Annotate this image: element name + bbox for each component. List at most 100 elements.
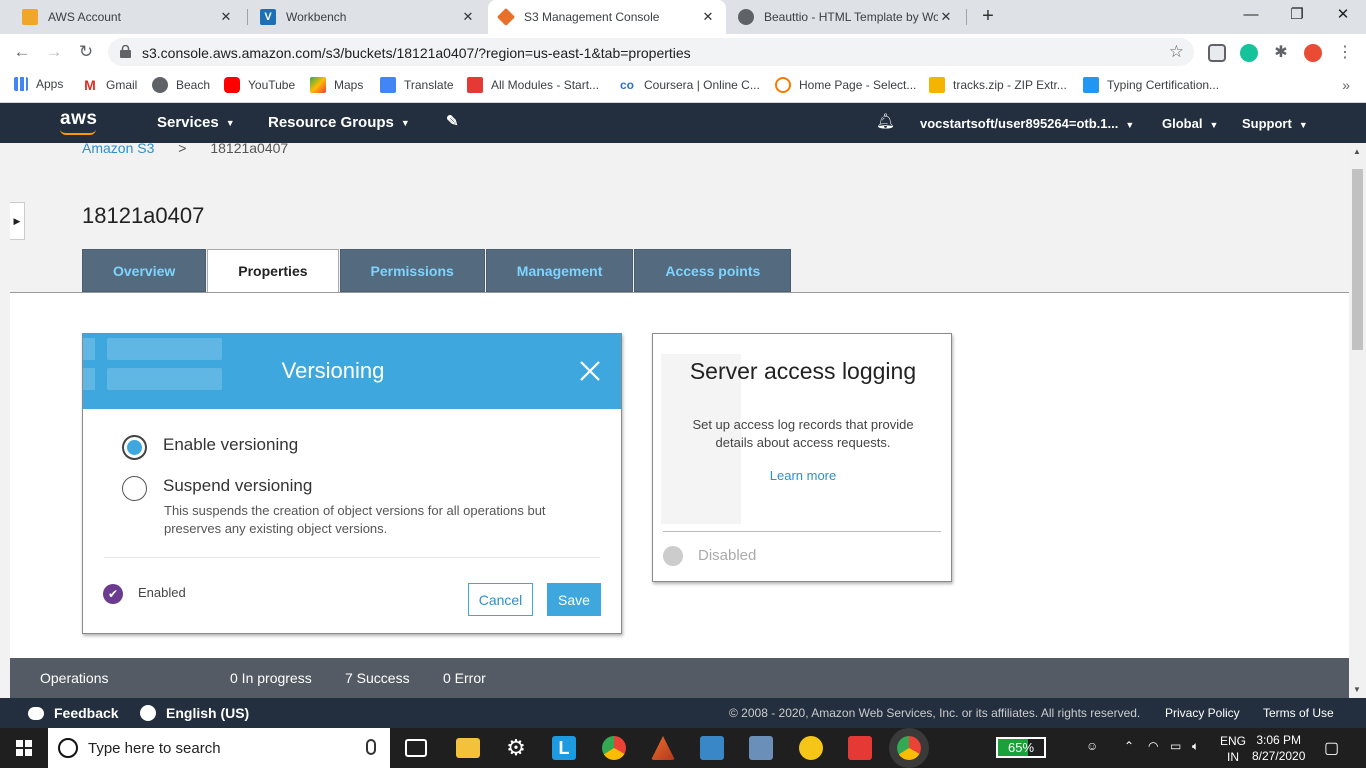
chrome-icon[interactable]	[602, 736, 626, 760]
volume-muted-icon[interactable]: 🔈︎	[1192, 739, 1199, 754]
bookmark-maps[interactable]: Maps	[310, 77, 363, 93]
tab-overview[interactable]: Overview	[82, 249, 207, 292]
versioning-header: Versioning	[83, 334, 621, 409]
bookmark-label: Coursera | Online C...	[644, 78, 760, 92]
battery-indicator[interactable]: 65%	[996, 737, 1046, 758]
network-app-icon[interactable]	[700, 736, 724, 760]
cancel-button[interactable]: Cancel	[468, 583, 533, 616]
browser-tab-workbench[interactable]: V Workbench ✕	[250, 0, 486, 34]
restore-icon[interactable]: ❐	[1274, 0, 1320, 32]
extensions-puzzle-icon[interactable]: ✱	[1272, 44, 1290, 62]
minimize-icon[interactable]: —	[1228, 0, 1274, 32]
cast-icon[interactable]	[1208, 44, 1226, 62]
system-clock[interactable]: 3:06 PM 8/27/2020	[1252, 732, 1305, 764]
forward-icon[interactable]: →	[42, 40, 66, 64]
people-icon[interactable]: ☺	[1086, 739, 1098, 753]
close-icon[interactable]	[579, 360, 601, 382]
page-scrollbar[interactable]: ▲ ▼	[1349, 143, 1366, 698]
server-access-logging-card[interactable]: Server access logging Set up access log …	[652, 333, 952, 582]
breadcrumb-amazon-s3[interactable]: Amazon S3	[82, 143, 154, 156]
browser-tab-s3-console[interactable]: S3 Management Console ✕	[488, 0, 726, 34]
profile-avatar-icon[interactable]	[1304, 44, 1322, 62]
matlab-icon[interactable]	[651, 736, 675, 760]
enable-versioning-label[interactable]: Enable versioning	[163, 435, 298, 455]
save-button[interactable]: Save	[547, 583, 601, 616]
bookmark-typing-certification[interactable]: Typing Certification...	[1083, 77, 1219, 93]
region-menu[interactable]: Global ▼	[1162, 116, 1218, 131]
operations-success: 7 Success	[345, 670, 410, 686]
bookmark-tracks-zip[interactable]: tracks.zip - ZIP Extr...	[929, 77, 1067, 93]
app-red-icon[interactable]	[848, 736, 872, 760]
close-tab-icon[interactable]: ✕	[218, 9, 234, 25]
windows-taskbar: Type here to search ⚙ L 65% ☺ ⌃ ◠ ▭ 🔈︎ E…	[0, 728, 1366, 768]
operations-bar[interactable]: Operations 0 In progress 7 Success 0 Err…	[10, 658, 1349, 698]
app-yellow-icon[interactable]	[799, 736, 823, 760]
bookmark-youtube[interactable]: YouTube	[224, 77, 295, 93]
pin-icon[interactable]: ✎	[446, 112, 459, 130]
task-view-icon[interactable]	[405, 739, 427, 757]
back-icon[interactable]: ←	[10, 40, 34, 64]
privacy-policy-link[interactable]: Privacy Policy	[1165, 706, 1240, 720]
scrollbar-thumb[interactable]	[1352, 169, 1363, 350]
news-app-icon[interactable]	[749, 736, 773, 760]
operations-label: Operations	[40, 670, 109, 686]
show-hidden-icons-chevron-icon[interactable]: ⌃	[1124, 739, 1134, 753]
close-tab-icon[interactable]: ✕	[460, 9, 476, 25]
operations-in-progress: 0 In progress	[230, 670, 312, 686]
tab-access-points[interactable]: Access points	[634, 249, 792, 292]
close-tab-icon[interactable]: ✕	[938, 9, 954, 25]
sidebar-toggle-arrow-icon[interactable]: ▶	[10, 202, 25, 240]
close-tab-icon[interactable]: ✕	[700, 9, 716, 25]
app-l-icon[interactable]: L	[552, 736, 576, 760]
account-menu[interactable]: vocstartsoft/user895264=otb.1... ▼	[920, 116, 1134, 131]
tab-management[interactable]: Management	[485, 249, 634, 292]
aws-logo[interactable]: aws	[60, 108, 97, 130]
suspend-versioning-label[interactable]: Suspend versioning	[163, 476, 312, 496]
input-language-indicator[interactable]: ENG IN	[1220, 733, 1246, 765]
new-tab-button[interactable]: +	[976, 4, 1000, 28]
bookmark-label: tracks.zip - ZIP Extr...	[953, 78, 1067, 92]
bookmark-coursera[interactable]: co Coursera | Online C...	[620, 77, 760, 93]
scroll-up-icon[interactable]: ▲	[1353, 147, 1361, 156]
windows-start-icon[interactable]	[16, 740, 32, 756]
bookmark-translate[interactable]: Translate	[380, 77, 454, 93]
file-explorer-icon[interactable]	[456, 738, 480, 758]
bookmark-apps[interactable]: Apps	[14, 77, 63, 91]
notifications-icon[interactable]: ▢	[1324, 738, 1339, 758]
enable-versioning-radio[interactable]	[122, 435, 147, 460]
bookmark-gmail[interactable]: M Gmail	[82, 77, 137, 93]
address-bar[interactable]: s3.console.aws.amazon.com/s3/buckets/181…	[108, 38, 1194, 66]
bookmark-star-icon[interactable]: ☆	[1169, 42, 1184, 62]
resource-groups-menu[interactable]: Resource Groups ▼	[268, 114, 410, 131]
settings-gear-icon[interactable]: ⚙	[504, 736, 528, 760]
chrome-active-icon[interactable]	[897, 736, 921, 760]
suspend-versioning-radio[interactable]	[122, 476, 147, 501]
bookmark-label: YouTube	[248, 78, 296, 92]
wifi-icon[interactable]: ◠	[1148, 739, 1158, 753]
browser-menu-icon[interactable]: ⋮	[1336, 44, 1354, 62]
tab-permissions[interactable]: Permissions	[339, 249, 485, 292]
tab-properties[interactable]: Properties	[207, 249, 339, 293]
taskbar-search[interactable]: Type here to search	[48, 728, 390, 768]
terms-of-use-link[interactable]: Terms of Use	[1263, 706, 1334, 720]
language-selector[interactable]: English (US)	[140, 705, 249, 721]
grammarly-icon[interactable]	[1240, 44, 1258, 62]
learn-more-link[interactable]: Learn more	[653, 468, 951, 483]
notifications-bell-icon[interactable]: 🔔︎	[876, 112, 895, 130]
support-menu[interactable]: Support ▼	[1242, 116, 1308, 131]
reload-icon[interactable]: ↻	[74, 40, 98, 64]
bookmark-all-modules[interactable]: All Modules - Start...	[467, 77, 599, 93]
browser-tab-aws-account[interactable]: AWS Account ✕	[12, 0, 244, 34]
more-bookmarks-icon[interactable]: »	[1342, 77, 1350, 93]
browser-toolbar: ← → ↻ s3.console.aws.amazon.com/s3/bucke…	[0, 34, 1366, 70]
battery-tray-icon[interactable]: ▭	[1170, 739, 1181, 753]
scroll-down-icon[interactable]: ▼	[1353, 685, 1361, 694]
close-window-icon[interactable]: ✕	[1320, 0, 1366, 32]
bookmark-beach[interactable]: Beach	[152, 77, 210, 93]
browser-tab-beauttio[interactable]: Beauttio - HTML Template by Wo ✕	[728, 0, 964, 34]
bookmark-home-page[interactable]: Home Page - Select...	[775, 77, 916, 93]
microphone-icon[interactable]	[366, 739, 376, 755]
services-menu[interactable]: Services ▼	[157, 114, 235, 131]
disabled-status-icon	[663, 546, 683, 566]
feedback-button[interactable]: Feedback	[28, 705, 119, 721]
